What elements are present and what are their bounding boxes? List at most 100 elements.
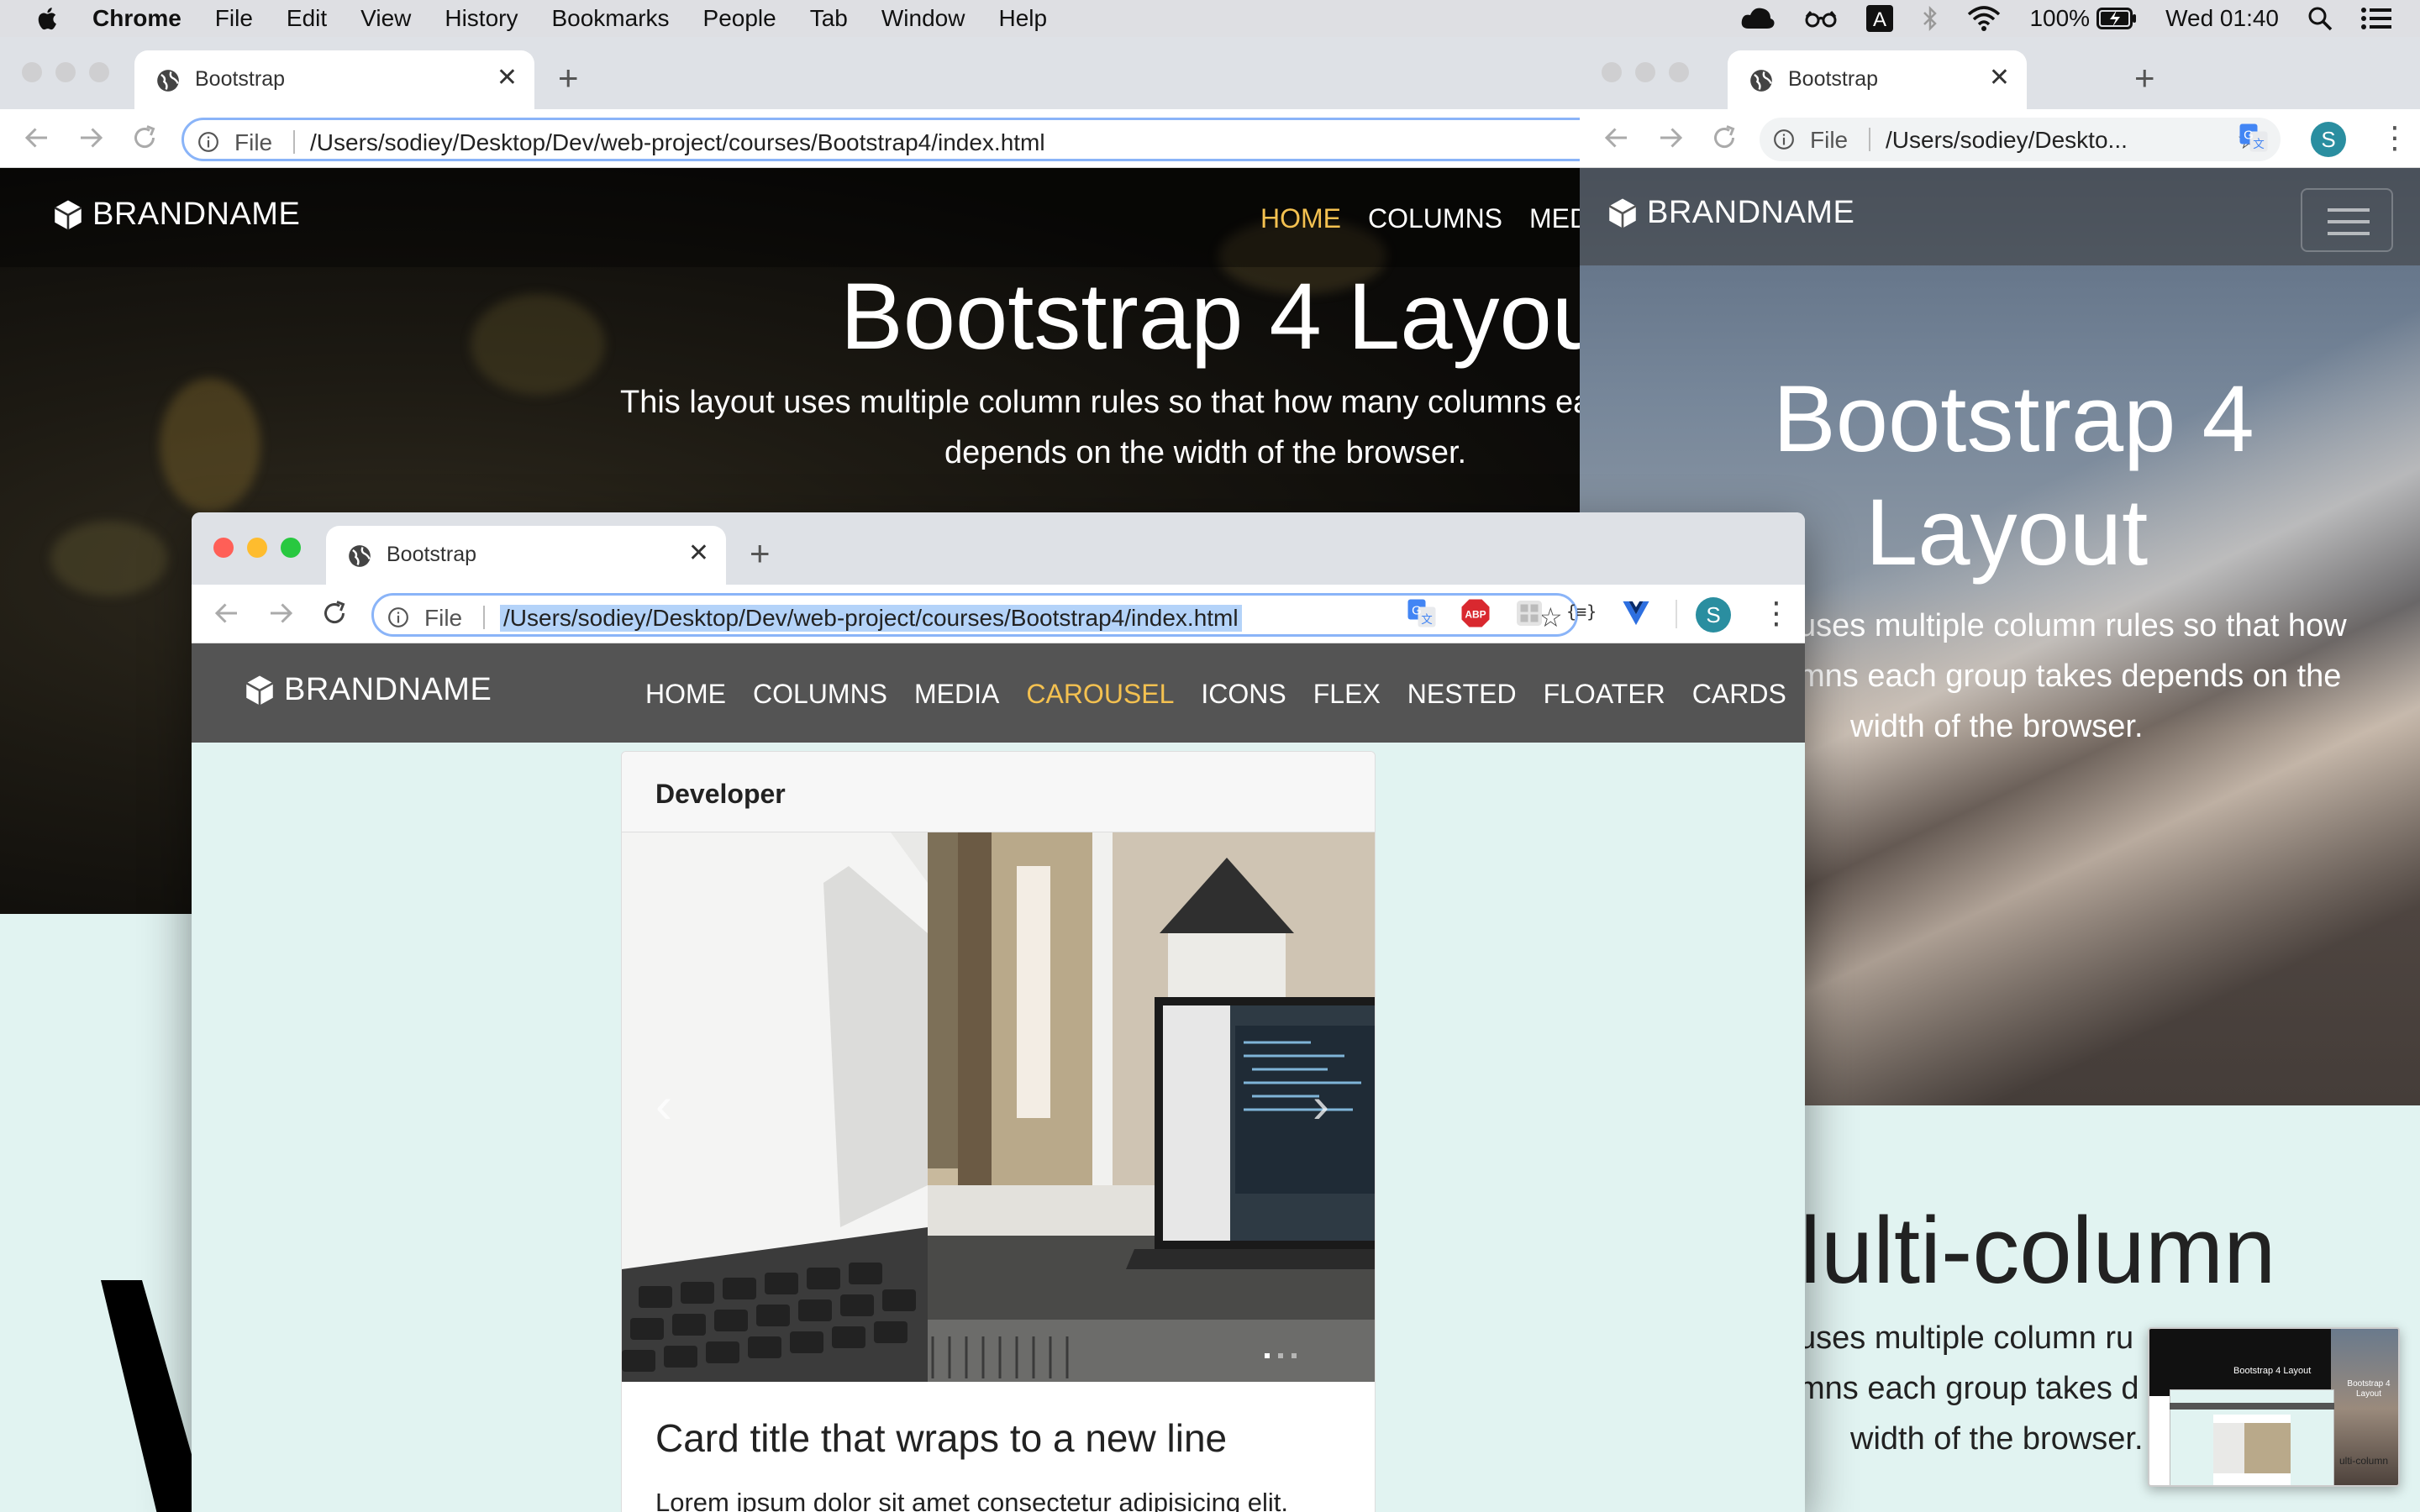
navbar-brand[interactable]: BRANDNAME: [1605, 195, 1854, 231]
menu-tab[interactable]: Tab: [810, 5, 848, 32]
close-window-button[interactable]: [213, 538, 234, 558]
carousel-indicator[interactable]: [1265, 1353, 1270, 1358]
nav-flex[interactable]: FLEX: [1313, 679, 1381, 710]
nav-floater[interactable]: FLOATER: [1544, 679, 1665, 710]
menu-help[interactable]: Help: [998, 5, 1047, 32]
input-a-icon[interactable]: A: [1866, 5, 1894, 32]
nav-nested[interactable]: NESTED: [1407, 679, 1517, 710]
nav-icons[interactable]: ICONS: [1201, 679, 1286, 710]
back-arrow-icon[interactable]: [1602, 123, 1632, 153]
address-bar[interactable]: File /Users/sodiey/Desktop/Dev/web-proje…: [182, 118, 1580, 161]
nav-cards[interactable]: CARDS: [1692, 679, 1786, 710]
info-icon[interactable]: [1773, 129, 1795, 150]
close-tab-icon[interactable]: ✕: [1989, 66, 2010, 91]
minimize-window-button[interactable]: [55, 62, 76, 82]
back-arrow-icon[interactable]: [212, 598, 242, 628]
carousel-next-icon[interactable]: ›: [1313, 1076, 1329, 1134]
screenshot-thumbnail[interactable]: Bootstrap 4 Layout Bootstrap 4 Layout ul…: [2148, 1327, 2400, 1487]
browser-menu-icon[interactable]: ⋮: [1761, 596, 1791, 630]
menu-file[interactable]: File: [215, 5, 253, 32]
info-icon[interactable]: [197, 131, 219, 153]
translate-icon[interactable]: G文: [2238, 123, 2269, 153]
new-tab-button[interactable]: +: [750, 536, 771, 571]
menu-app-name[interactable]: Chrome: [92, 5, 182, 32]
carousel-indicator[interactable]: [1278, 1353, 1283, 1358]
navbar-brand[interactable]: BRANDNAME: [50, 197, 300, 233]
bokeh-light: [160, 378, 260, 512]
forward-arrow-icon[interactable]: [1655, 123, 1686, 153]
minimize-window-button[interactable]: [247, 538, 267, 558]
section-text-line-2: mns each group takes d: [1798, 1371, 2139, 1406]
address-bar[interactable]: File /Users/sodiey/Desktop/Dev/web-proje…: [371, 593, 1578, 637]
back-arrow-icon[interactable]: [22, 123, 52, 153]
svg-text:A: A: [1873, 8, 1886, 31]
navbar-toggler-hamburger-icon[interactable]: [2301, 188, 2393, 252]
close-window-button[interactable]: [22, 62, 42, 82]
glasses-icon[interactable]: [1804, 8, 1838, 29]
close-tab-icon[interactable]: ✕: [688, 541, 709, 566]
nav-columns[interactable]: COLUMNS: [753, 679, 887, 710]
address-bar[interactable]: File /Users/sodiey/Deskto... ☆: [1760, 118, 2281, 161]
menu-bookmarks[interactable]: Bookmarks: [551, 5, 669, 32]
minimize-window-button[interactable]: [1635, 62, 1655, 82]
zoom-window-button[interactable]: [89, 62, 109, 82]
profile-avatar[interactable]: S: [2311, 122, 2346, 157]
browser-tab[interactable]: Bootstrap ✕: [1728, 50, 2027, 109]
carousel-image[interactable]: ‹ ›: [622, 832, 1375, 1382]
translate-icon[interactable]: G文: [1407, 598, 1437, 628]
nav-media[interactable]: MEDIA: [914, 679, 999, 710]
nav-home[interactable]: HOME: [645, 679, 726, 710]
spotlight-search-icon[interactable]: [2307, 6, 2333, 31]
vue-devtools-icon[interactable]: [1622, 600, 1650, 627]
creative-cloud-icon[interactable]: [1740, 7, 1776, 30]
url-text-selected[interactable]: /Users/sodiey/Desktop/Dev/web-project/co…: [500, 605, 1242, 632]
thumb-card-image: [2213, 1423, 2291, 1473]
info-icon[interactable]: [387, 606, 409, 628]
forward-arrow-icon[interactable]: [76, 123, 106, 153]
hero-subtitle-line-3: width of the browser.: [1850, 709, 2144, 744]
menu-window[interactable]: Window: [881, 5, 965, 32]
menu-view[interactable]: View: [360, 5, 411, 32]
carousel-prev-icon[interactable]: ‹: [655, 1076, 672, 1134]
reload-icon[interactable]: [319, 598, 350, 628]
nav-home[interactable]: HOME: [1260, 203, 1341, 234]
url-separator: [483, 606, 485, 629]
reload-icon[interactable]: [129, 123, 160, 153]
menu-clock[interactable]: Wed 01:40: [2165, 5, 2279, 32]
new-tab-button[interactable]: +: [2134, 60, 2155, 96]
close-window-button[interactable]: [1602, 62, 1622, 82]
extension-grid-icon[interactable]: [1514, 598, 1544, 628]
adblock-plus-icon[interactable]: ABP: [1460, 598, 1491, 628]
svg-text:G: G: [2244, 129, 2254, 143]
navbar-brand[interactable]: BRANDNAME: [242, 672, 492, 708]
control-center-icon[interactable]: [2361, 7, 2391, 30]
forward-arrow-icon[interactable]: [266, 598, 296, 628]
zoom-window-button[interactable]: [1669, 62, 1689, 82]
profile-initial: S: [2321, 127, 2336, 152]
nav-columns[interactable]: COLUMNS: [1368, 203, 1502, 234]
browser-tab[interactable]: Bootstrap ✕: [326, 526, 726, 585]
url-text[interactable]: /Users/sodiey/Deskto...: [1886, 127, 2128, 154]
browser-tab[interactable]: Bootstrap ✕: [134, 50, 534, 109]
browser-window-front[interactable]: Bootstrap ✕ + File /Users/sodiey/Desktop…: [192, 512, 1805, 1512]
menu-edit[interactable]: Edit: [287, 5, 327, 32]
menu-history[interactable]: History: [445, 5, 518, 32]
apple-icon[interactable]: [34, 4, 62, 33]
zoom-window-button[interactable]: [281, 538, 301, 558]
hero-title: Bootstrap 4 Layout: [840, 264, 1580, 369]
menu-people[interactable]: People: [703, 5, 776, 32]
globe-icon: [1750, 70, 1772, 92]
reload-icon[interactable]: [1709, 123, 1739, 153]
profile-avatar[interactable]: S: [1696, 597, 1731, 633]
nav-media[interactable]: MED: [1529, 203, 1580, 234]
json-formatter-icon[interactable]: {≡}: [1566, 601, 1597, 622]
bluetooth-icon[interactable]: [1922, 6, 1939, 31]
new-tab-button[interactable]: +: [558, 60, 579, 96]
battery-icon[interactable]: [2096, 8, 2137, 29]
close-tab-icon[interactable]: ✕: [497, 66, 518, 91]
carousel-indicator[interactable]: [1292, 1353, 1297, 1358]
wifi-icon[interactable]: [1967, 6, 2001, 31]
url-text[interactable]: /Users/sodiey/Desktop/Dev/web-project/co…: [310, 129, 1045, 156]
browser-menu-icon[interactable]: ⋮: [2380, 121, 2410, 155]
nav-carousel[interactable]: CAROUSEL: [1026, 679, 1174, 710]
